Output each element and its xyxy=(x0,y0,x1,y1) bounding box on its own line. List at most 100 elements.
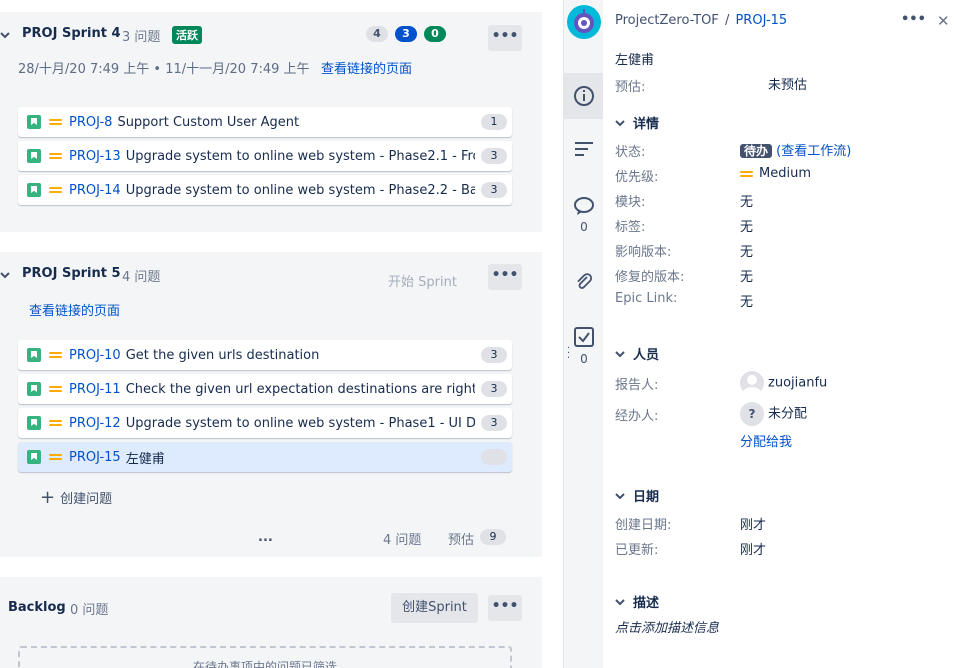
breadcrumb-project[interactable]: ProjectZero-TOF xyxy=(615,13,719,28)
backlog-name[interactable]: Backlog xyxy=(8,600,66,615)
estimate-value[interactable]: 未预估 xyxy=(768,74,807,93)
story-icon xyxy=(27,115,41,129)
labels-label: 标签: xyxy=(615,220,646,235)
view-workflow-link[interactable]: (查看工作流) xyxy=(776,144,851,159)
estimate-badge xyxy=(481,449,507,465)
text-lines-icon xyxy=(575,142,593,156)
status-lozenge[interactable]: 待办 xyxy=(740,144,773,158)
description-placeholder[interactable]: 点击添加描述信息 xyxy=(615,617,719,636)
empty-message: 在待办事项中的问题已筛选 xyxy=(192,660,337,668)
reporter-label: 报告人: xyxy=(615,378,659,393)
footer-ellipsis[interactable]: ... xyxy=(258,530,273,545)
checklist-icon xyxy=(574,327,594,347)
attachments-tab[interactable] xyxy=(564,272,604,294)
backlog-more-button[interactable]: ••• xyxy=(488,595,522,621)
details-section-header[interactable]: 详情 xyxy=(615,113,659,132)
sprint-name[interactable]: PROJ Sprint 5 xyxy=(22,266,121,281)
updated-label: 已更新: xyxy=(615,543,659,558)
issue-row[interactable]: PROJ-11 Check the given url expectation … xyxy=(18,374,512,404)
sprint-name[interactable]: PROJ Sprint 4 xyxy=(22,26,121,41)
assignee-label: 经办人: xyxy=(615,409,659,424)
priority-field[interactable]: Medium xyxy=(740,166,811,181)
issue-key[interactable]: PROJ-14 xyxy=(69,183,121,198)
issue-detail-panel: ProjectZero-TOF / PROJ-15 ••• ✕ 左健甫 预估: … xyxy=(603,0,956,668)
linked-pages-link[interactable]: 查看链接的页面 xyxy=(29,300,120,319)
issue-key[interactable]: PROJ-12 xyxy=(69,416,121,431)
people-section-header[interactable]: 人员 xyxy=(615,344,659,363)
todo-count-pill: 4 xyxy=(366,26,388,42)
issue-row[interactable]: PROJ-10 Get the given urls destination 3 xyxy=(18,340,512,370)
sprint-more-button[interactable]: ••• xyxy=(488,25,522,51)
sprint-5-container: PROJ Sprint 5 4 问题 开始 Sprint ••• 查看链接的页面… xyxy=(0,252,542,557)
issue-key[interactable]: PROJ-8 xyxy=(69,115,112,130)
status-field: 待办 (查看工作流) xyxy=(740,140,851,159)
fix-version-value[interactable]: 无 xyxy=(740,266,753,285)
create-sprint-button[interactable]: 创建Sprint xyxy=(391,593,478,623)
epic-link-value[interactable]: 无 xyxy=(740,291,753,310)
chevron-down-icon xyxy=(615,598,625,605)
priority-value: Medium xyxy=(759,166,811,181)
breadcrumb-issue-key[interactable]: PROJ-15 xyxy=(735,13,787,28)
user-icon xyxy=(743,375,761,395)
issue-key[interactable]: PROJ-15 xyxy=(69,450,121,465)
inprogress-count-pill: 3 xyxy=(395,26,417,42)
issue-summary: Upgrade system to online web system - Ph… xyxy=(125,182,475,198)
chevron-down-icon xyxy=(615,350,625,357)
issue-summary: Upgrade system to online web system - Ph… xyxy=(125,415,475,431)
issue-row-selected[interactable]: PROJ-15 左健甫 xyxy=(18,442,512,472)
issue-row[interactable]: PROJ-14 Upgrade system to online web sys… xyxy=(18,175,512,205)
affects-version-label: 影响版本: xyxy=(615,245,672,260)
affects-version-value[interactable]: 无 xyxy=(740,241,753,260)
chevron-down-icon xyxy=(615,119,625,126)
dates-title: 日期 xyxy=(633,490,660,505)
priority-medium-icon xyxy=(49,350,62,360)
story-icon xyxy=(27,382,41,396)
start-sprint-button[interactable]: 开始 Sprint xyxy=(388,271,457,290)
detail-more-button[interactable]: ••• xyxy=(901,12,926,27)
project-avatar[interactable] xyxy=(567,5,601,39)
linked-pages-link[interactable]: 查看链接的页面 xyxy=(321,58,412,77)
issue-summary: Get the given urls destination xyxy=(125,347,320,363)
updated-value: 刚才 xyxy=(740,543,767,558)
created-label: 创建日期: xyxy=(615,518,672,533)
priority-medium-icon xyxy=(49,418,62,428)
description-section-header[interactable]: 描述 xyxy=(615,592,659,611)
reporter-field[interactable]: zuojianfu xyxy=(740,371,827,395)
assignee-field[interactable]: ? 未分配 xyxy=(740,402,807,426)
info-tab[interactable] xyxy=(564,73,604,119)
sprint-more-button[interactable]: ••• xyxy=(488,264,522,290)
chevron-down-icon[interactable] xyxy=(0,270,10,280)
issue-row[interactable]: PROJ-12 Upgrade system to online web sys… xyxy=(18,408,512,438)
status-label: 状态: xyxy=(615,145,646,160)
avatar xyxy=(740,371,764,395)
issue-row[interactable]: PROJ-8 Support Custom User Agent 1 xyxy=(18,107,512,137)
issue-row[interactable]: PROJ-13 Upgrade system to online web sys… xyxy=(18,141,512,171)
description-tab[interactable] xyxy=(564,140,604,162)
description-title: 描述 xyxy=(633,596,660,611)
comment-icon xyxy=(574,197,594,215)
breadcrumb-separator: / xyxy=(724,13,730,28)
labels-value[interactable]: 无 xyxy=(740,216,753,235)
dates-section-header[interactable]: 日期 xyxy=(615,486,659,505)
create-issue-button[interactable]: + 创建问题 xyxy=(40,488,112,507)
estimate-badge: 3 xyxy=(481,182,507,198)
issue-title[interactable]: 左健甫 xyxy=(615,49,654,68)
story-icon xyxy=(27,450,41,464)
priority-label: 优先级: xyxy=(615,170,659,185)
backlog-issue-count: 0 问题 xyxy=(70,603,109,618)
comments-tab[interactable]: 0 xyxy=(564,196,604,240)
issue-key[interactable]: PROJ-11 xyxy=(69,382,121,397)
chevron-down-icon[interactable] xyxy=(0,30,10,40)
panel-resize-handle[interactable]: · · · xyxy=(567,344,570,364)
issue-key[interactable]: PROJ-10 xyxy=(69,348,121,363)
breadcrumb: ProjectZero-TOF / PROJ-15 xyxy=(615,13,787,28)
estimate-badge: 3 xyxy=(481,381,507,397)
backlog-empty-dropzone: 在待办事项中的问题已筛选 xyxy=(18,646,512,668)
component-value[interactable]: 无 xyxy=(740,191,753,210)
create-issue-label: 创建问题 xyxy=(60,492,113,507)
close-icon[interactable]: ✕ xyxy=(937,12,950,30)
issue-key[interactable]: PROJ-13 xyxy=(69,149,121,164)
assign-to-me-link[interactable]: 分配给我 xyxy=(740,431,792,450)
info-icon xyxy=(574,86,594,106)
sprint-dates: 28/十月/20 7:49 上午 • 11/十一月/20 7:49 上午 xyxy=(18,62,310,77)
